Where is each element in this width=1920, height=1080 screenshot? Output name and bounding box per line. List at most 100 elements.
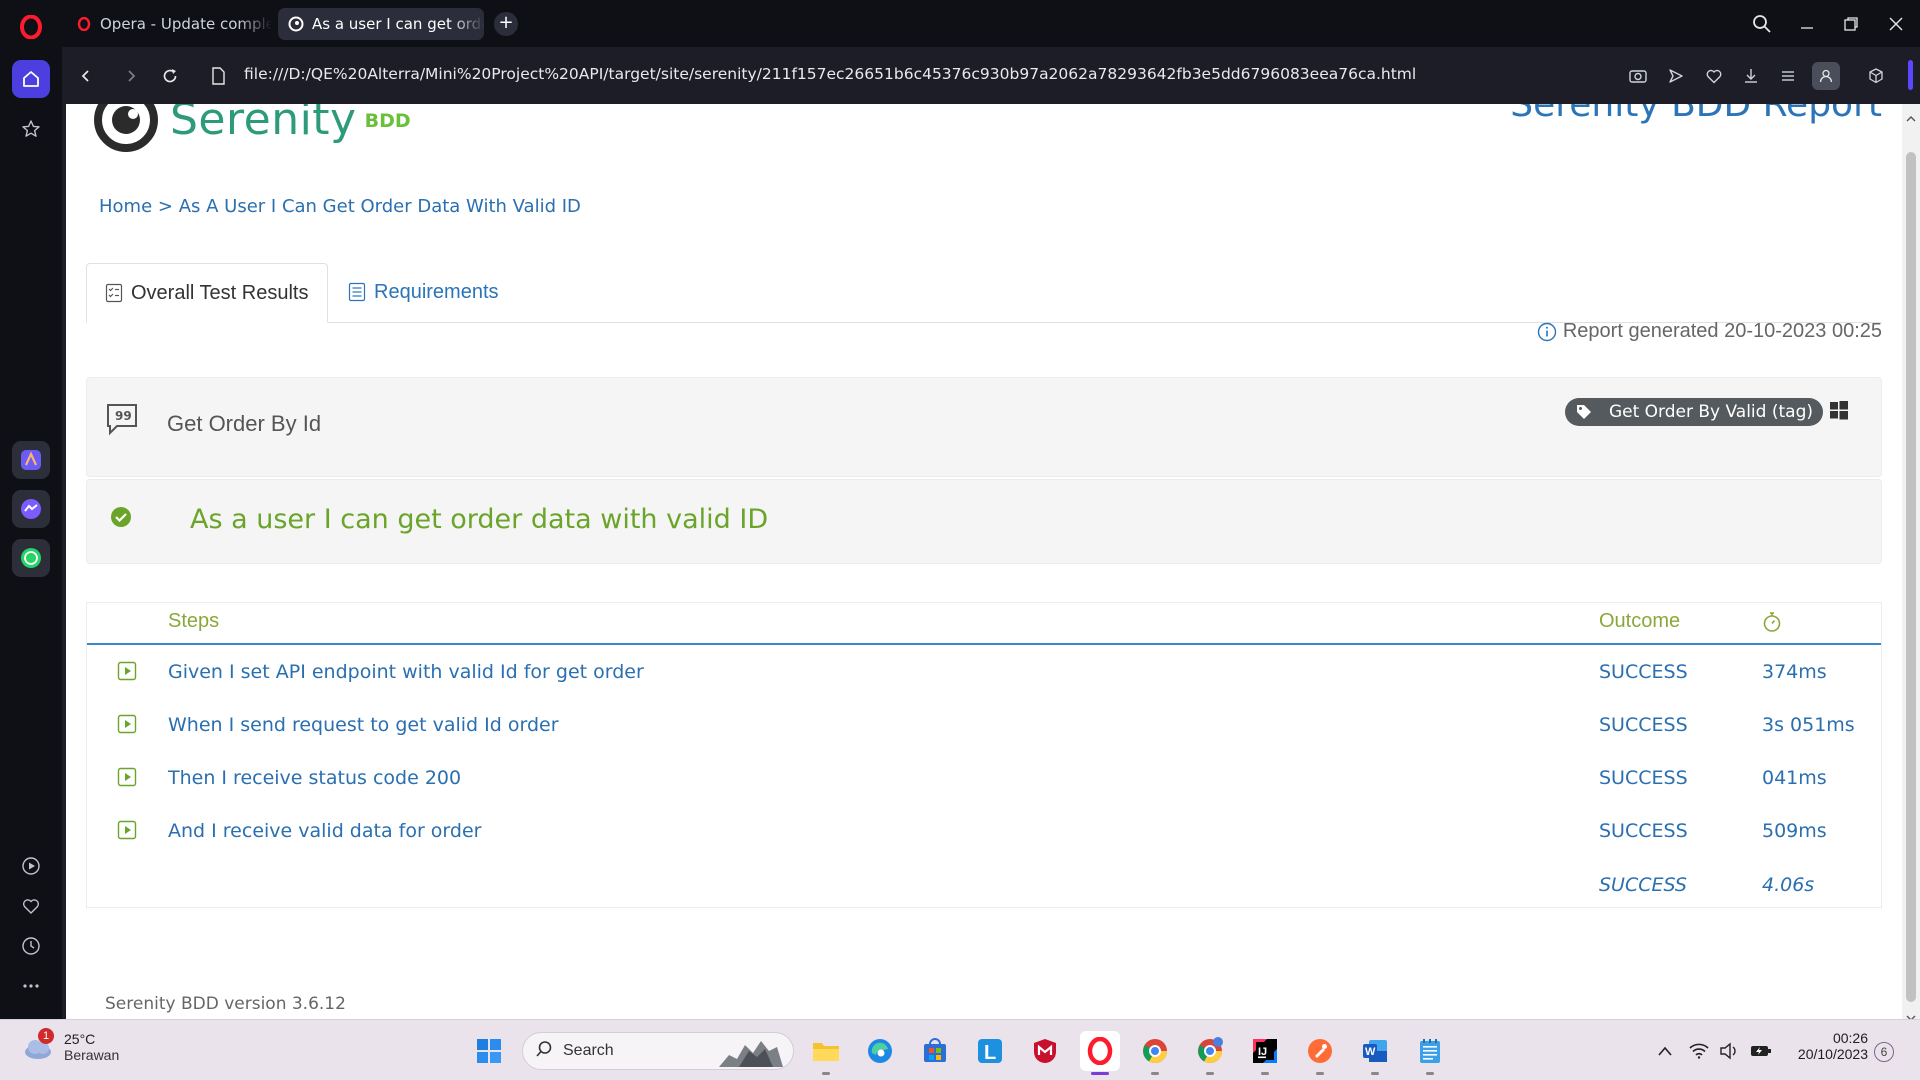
send-flow-icon[interactable] (1662, 62, 1690, 90)
sidebar-aria-icon[interactable] (12, 441, 50, 479)
battery-charging-icon[interactable] (1750, 1040, 1772, 1062)
file-page-icon (204, 62, 232, 90)
sidebar-messenger-icon[interactable] (12, 490, 50, 528)
report-generated-text: Report generated 20-10-2023 00:25 (1562, 320, 1882, 342)
browser-tab-bar: Opera - Update complete As a user I can … (0, 0, 1920, 47)
notification-count-badge[interactable]: 6 (1874, 1042, 1894, 1062)
scenario-panel: As a user I can get order data with vali… (86, 479, 1882, 564)
clock-time: 00:26 (1832, 1030, 1868, 1046)
step-description: When I send request to get valid Id orde… (168, 714, 559, 736)
weather-widget[interactable]: 1 25°C Berawan (22, 1028, 119, 1064)
microsoft-word-icon[interactable]: W (1355, 1031, 1395, 1075)
wifi-icon[interactable] (1688, 1040, 1710, 1062)
info-icon (1537, 322, 1557, 342)
opera-favicon-icon (76, 16, 92, 32)
opera-sidebar (0, 47, 62, 1019)
svg-text:99: 99 (115, 409, 132, 423)
minimize-icon[interactable] (1792, 10, 1822, 38)
extensions-cube-icon[interactable] (1862, 62, 1890, 90)
reload-icon[interactable] (156, 62, 184, 90)
logo-text: Serenity (170, 104, 357, 145)
total-row: SUCCESS 4.06s (87, 860, 1881, 913)
breadcrumb-current-link[interactable]: As A User I Can Get Order Data With Vali… (179, 196, 581, 217)
sidebar-whatsapp-icon[interactable] (12, 539, 50, 577)
serenity-logo: Serenity BDD (92, 104, 411, 154)
taskbar-clock[interactable]: 00:26 20/10/2023 (1790, 1030, 1868, 1062)
breadcrumb: Home > As A User I Can Get Order Data Wi… (99, 196, 581, 217)
snapshot-camera-icon[interactable] (1624, 62, 1652, 90)
new-tab-button[interactable]: + (494, 12, 518, 36)
sidebar-edge-indicator (1908, 60, 1913, 90)
expand-step-icon[interactable] (117, 714, 137, 738)
serenity-version: Serenity BDD version 3.6.12 (105, 994, 346, 1014)
tab-search-icon[interactable] (1747, 10, 1777, 38)
lens-l-app-icon[interactable]: L (970, 1031, 1010, 1071)
page-viewport: Serenity BDD Serenity BDD Report Home > … (66, 104, 1902, 1019)
tab-overall-test-results[interactable]: Overall Test Results (86, 263, 328, 323)
search-label: Search (563, 1042, 614, 1059)
feature-panel: 99 Get Order By Id Get Order By Valid (t… (86, 377, 1882, 477)
notepad-icon[interactable] (1410, 1031, 1450, 1075)
bookmark-heart-icon[interactable] (1700, 62, 1728, 90)
sidebar-player-icon[interactable] (12, 847, 50, 885)
chrome-profile-1-icon[interactable] (1135, 1031, 1175, 1075)
step-outcome: SUCCESS (1599, 714, 1688, 736)
sidebar-heart-icon[interactable] (12, 887, 50, 925)
sidebar-more-icon[interactable] (12, 967, 50, 1005)
expand-step-icon[interactable] (117, 820, 137, 844)
mcafee-icon[interactable] (1025, 1031, 1065, 1071)
sidebar-home-icon[interactable] (12, 60, 50, 98)
clock-date: 20/10/2023 (1797, 1046, 1868, 1062)
close-window-icon[interactable] (1881, 10, 1911, 38)
step-row[interactable]: When I send request to get valid Id orde… (87, 700, 1881, 753)
tray-overflow-chevron-icon[interactable] (1654, 1040, 1676, 1062)
intellij-idea-icon[interactable]: IJ (1245, 1031, 1285, 1075)
microsoft-store-icon[interactable] (915, 1031, 955, 1071)
expand-step-icon[interactable] (117, 767, 137, 791)
step-row[interactable]: Then I receive status code 200 SUCCESS 0… (87, 753, 1881, 806)
step-row[interactable]: Given I set API endpoint with valid Id f… (87, 647, 1881, 700)
scroll-up-icon[interactable] (1906, 108, 1916, 127)
sidebar-history-clock-icon[interactable] (12, 927, 50, 965)
restore-icon[interactable] (1836, 10, 1866, 38)
step-row[interactable]: And I receive valid data for order SUCCE… (87, 806, 1881, 859)
volume-icon[interactable] (1718, 1040, 1740, 1062)
back-icon[interactable] (72, 62, 100, 90)
step-outcome: SUCCESS (1599, 767, 1688, 789)
step-duration: 374ms (1762, 661, 1827, 683)
start-windows-icon[interactable] (469, 1031, 509, 1071)
chrome-profile-2-icon[interactable] (1190, 1031, 1230, 1075)
profile-avatar-icon[interactable] (1812, 62, 1840, 90)
downloads-icon[interactable] (1737, 62, 1765, 90)
forward-icon[interactable] (117, 62, 145, 90)
report-title: Serenity BDD Report (1510, 104, 1882, 125)
opera-browser-taskbar-icon[interactable] (1080, 1031, 1120, 1075)
checklist-icon (105, 283, 123, 303)
tab-requirements[interactable]: Requirements (330, 263, 517, 321)
file-explorer-icon[interactable] (806, 1031, 846, 1075)
url-field[interactable]: file:///D:/QE%20Alterra/Mini%20Project%2… (244, 65, 1416, 83)
search-highlight-image-icon (719, 1037, 783, 1071)
sidebar-speed-dial-star-icon[interactable] (12, 110, 50, 148)
scenario-title: As a user I can get order data with vali… (190, 504, 769, 535)
step-duration: 509ms (1762, 820, 1827, 842)
postman-icon[interactable] (1300, 1031, 1340, 1075)
step-duration: 3s 051ms (1762, 714, 1855, 736)
quote-bubble-icon: 99 (105, 402, 139, 440)
expand-step-icon[interactable] (117, 661, 137, 685)
breadcrumb-home-link[interactable]: Home (99, 196, 152, 217)
scroll-thumb[interactable] (1906, 152, 1916, 1002)
tag-icon (1575, 403, 1593, 421)
opera-menu-icon[interactable] (14, 10, 48, 44)
step-description: And I receive valid data for order (168, 820, 482, 842)
tag-badge[interactable]: Get Order By Valid (tag) (1564, 398, 1823, 426)
taskbar-search-input[interactable]: Search (522, 1032, 794, 1070)
page-scrollbar[interactable] (1902, 104, 1920, 1021)
search-icon (535, 1040, 553, 1062)
browser-tab-serenity-report[interactable]: As a user I can get order data with vali… (278, 8, 484, 40)
tab-label: Requirements (374, 280, 499, 303)
outcome-header: Outcome (1599, 610, 1681, 632)
easy-setup-icon[interactable] (1774, 62, 1802, 90)
browser-tab-opera-update[interactable]: Opera - Update complete (66, 8, 272, 40)
edge-browser-icon[interactable] (860, 1031, 900, 1071)
